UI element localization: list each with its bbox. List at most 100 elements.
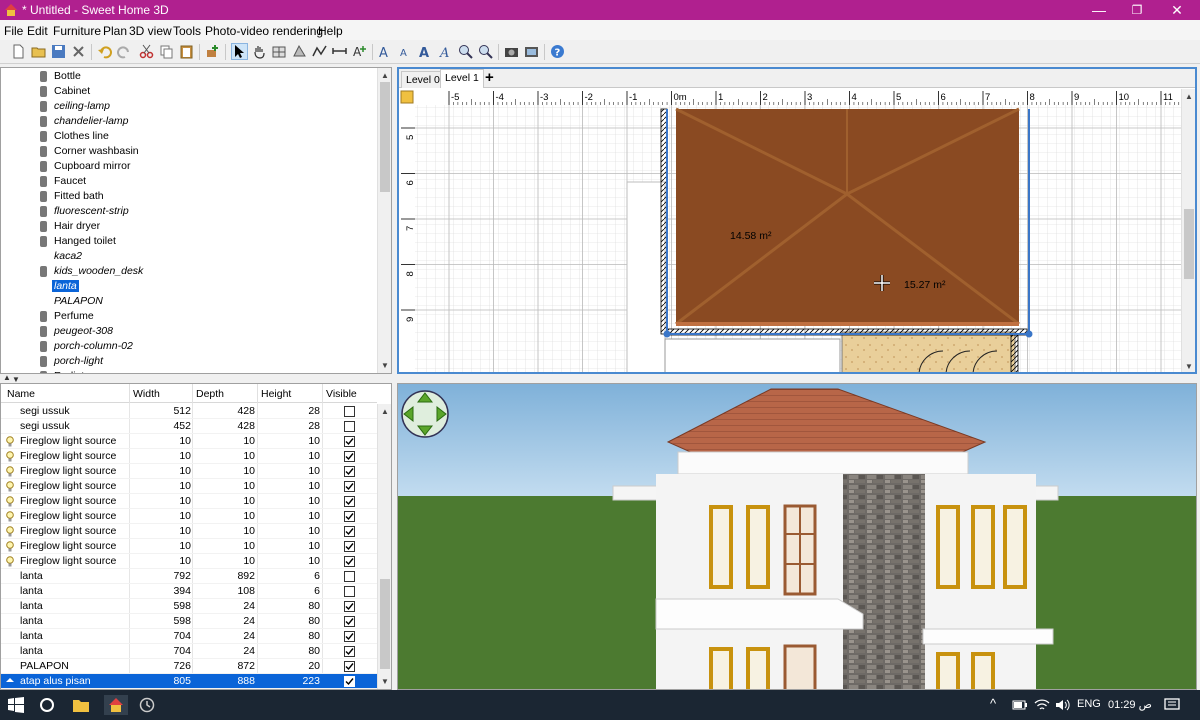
table-row[interactable]: Fireglow light source 10 10 10 [1,449,377,464]
catalog-item[interactable]: Hanged toilet [1,234,377,249]
table-row[interactable]: lanta 394 108 6 [1,584,377,599]
plan-view[interactable]: Level 0 Level 1 + 14.58 m² 15.27 m² -5 -… [397,67,1197,374]
start-button-icon[interactable] [6,695,26,715]
visible-checkbox[interactable] [344,496,355,507]
scroll-up-arrow-icon[interactable]: ▲ [378,70,391,82]
scrollbar-thumb[interactable] [380,579,390,669]
menu-tools[interactable]: Tools [173,24,201,38]
scrollbar-thumb[interactable] [1184,209,1194,279]
catalog-item[interactable]: Corner washbasin [1,144,377,159]
close-button[interactable]: ✕ [1154,0,1200,20]
scroll-down-arrow-icon[interactable]: ▼ [378,360,391,372]
catalog-item[interactable]: Faucet [1,174,377,189]
visible-checkbox[interactable] [344,571,355,582]
furniture-catalog-tree[interactable]: Bottle Cabinet ceiling-lamp chandelier-lamp… [0,67,392,374]
italic-text-icon[interactable]: A [437,43,454,60]
table-row[interactable]: Fireglow light source 10 10 10 [1,479,377,494]
table-row[interactable]: Fireglow light source 10 10 10 [1,509,377,524]
menu-file[interactable]: File [4,24,23,38]
scroll-down-arrow-icon[interactable]: ▼ [378,676,391,688]
open-folder-icon[interactable] [30,43,47,60]
language-indicator[interactable]: ENG [1077,698,1101,710]
show-hidden-icons[interactable]: ^ [990,696,996,711]
catalog-item[interactable]: porch-light [1,354,377,369]
catalog-item[interactable]: kaca2 [1,249,377,264]
notifications-icon[interactable] [1162,695,1182,715]
plan-canvas[interactable]: 14.58 m² 15.27 m² -5 -4 -3 -2 -1 0m 1 2 3 4 5 6 7 8 9 1… [399,89,1181,374]
sweet-home-3d-taskbar-icon[interactable] [104,695,128,715]
visible-checkbox[interactable] [344,631,355,642]
tab-level-1[interactable]: Level 1 [440,69,484,88]
plan-scrollbar[interactable]: ▲ ▼ [1181,89,1195,372]
scrollbar-thumb[interactable] [380,82,390,192]
visible-checkbox[interactable] [344,421,355,432]
furniture-list-table[interactable]: Name Width Depth Height Visible segi uss… [0,383,392,690]
visible-checkbox[interactable] [344,511,355,522]
table-row[interactable]: Fireglow light source 10 10 10 [1,434,377,449]
catalog-item[interactable]: kids_wooden_desk [1,264,377,279]
create-dimensions-icon[interactable] [331,43,348,60]
visible-checkbox[interactable] [344,556,355,567]
increase-text-size-icon[interactable]: A [377,43,394,60]
volume-icon[interactable] [1053,695,1073,715]
table-row[interactable]: lanta 704 24 80 [1,629,377,644]
visible-checkbox[interactable] [344,406,355,417]
add-furniture-icon[interactable] [204,43,221,60]
cut-icon[interactable] [138,43,155,60]
catalog-item[interactable]: Hair dryer [1,219,377,234]
visible-checkbox[interactable] [344,601,355,612]
catalog-table-splitter[interactable]: ▲ ▼ [0,373,392,384]
undo-icon[interactable] [96,43,113,60]
table-row[interactable]: segi ussuk 452 428 28 [1,419,377,434]
catalog-item[interactable]: Fitted bath [1,189,377,204]
visible-checkbox[interactable] [344,481,355,492]
3d-view[interactable] [397,383,1197,690]
visible-checkbox[interactable] [344,616,355,627]
save-icon[interactable] [50,43,67,60]
catalog-item[interactable]: ceiling-lamp [1,99,377,114]
scroll-up-arrow-icon[interactable]: ▲ [378,406,391,418]
decrease-text-size-icon[interactable]: A [397,43,414,60]
visible-checkbox[interactable] [344,646,355,657]
table-row[interactable]: lanta 598 24 80 [1,599,377,614]
paste-icon[interactable] [178,43,195,60]
menu-furniture[interactable]: Furniture [53,24,101,38]
help-icon[interactable]: ? [549,43,566,60]
redo-icon[interactable] [116,43,133,60]
visible-checkbox[interactable] [344,436,355,447]
menu-3d-view[interactable]: 3D view [129,24,172,38]
visible-checkbox[interactable] [344,541,355,552]
column-header-width[interactable]: Width [133,388,160,400]
table-scrollbar[interactable]: ▲ ▼ [377,404,391,689]
column-header-name[interactable]: Name [7,388,35,400]
copy-icon[interactable] [158,43,175,60]
column-header-visible[interactable]: Visible [326,388,357,400]
scroll-up-arrow-icon[interactable]: ▲ [1182,91,1195,103]
create-walls-icon[interactable] [271,43,288,60]
menu-photo-video-rendering[interactable]: Photo-video rendering [205,24,323,38]
column-header-depth[interactable]: Depth [196,388,224,400]
catalog-item[interactable]: porch-column-02 [1,339,377,354]
wifi-icon[interactable] [1032,695,1052,715]
table-row[interactable]: lanta 704 24 80 [1,644,377,659]
battery-icon[interactable] [1010,695,1030,715]
create-rooms-icon[interactable] [291,43,308,60]
create-photo-icon[interactable] [503,43,520,60]
select-mode-icon[interactable] [231,43,248,60]
catalog-item[interactable]: Cupboard mirror [1,159,377,174]
zoom-in-icon[interactable] [457,43,474,60]
tab-level-0[interactable]: Level 0 [401,71,445,88]
table-row[interactable]: Fireglow light source 10 10 10 [1,554,377,569]
catalog-scrollbar[interactable]: ▲ ▼ [377,68,391,373]
menu-help[interactable]: Help [318,24,343,38]
table-row[interactable]: atap alus pisan 805 888 223 [1,674,377,689]
catalog-item[interactable]: Clothes line [1,129,377,144]
table-row[interactable]: lanta 792 892 6 [1,569,377,584]
search-circle-icon[interactable] [37,695,57,715]
scroll-down-arrow-icon[interactable]: ▼ [1182,361,1195,372]
pan-mode-icon[interactable] [251,43,268,60]
catalog-item[interactable]: Radiator [1,369,377,373]
table-row[interactable]: Fireglow light source 10 10 10 [1,494,377,509]
visible-checkbox[interactable] [344,661,355,672]
catalog-item[interactable]: Cabinet [1,84,377,99]
